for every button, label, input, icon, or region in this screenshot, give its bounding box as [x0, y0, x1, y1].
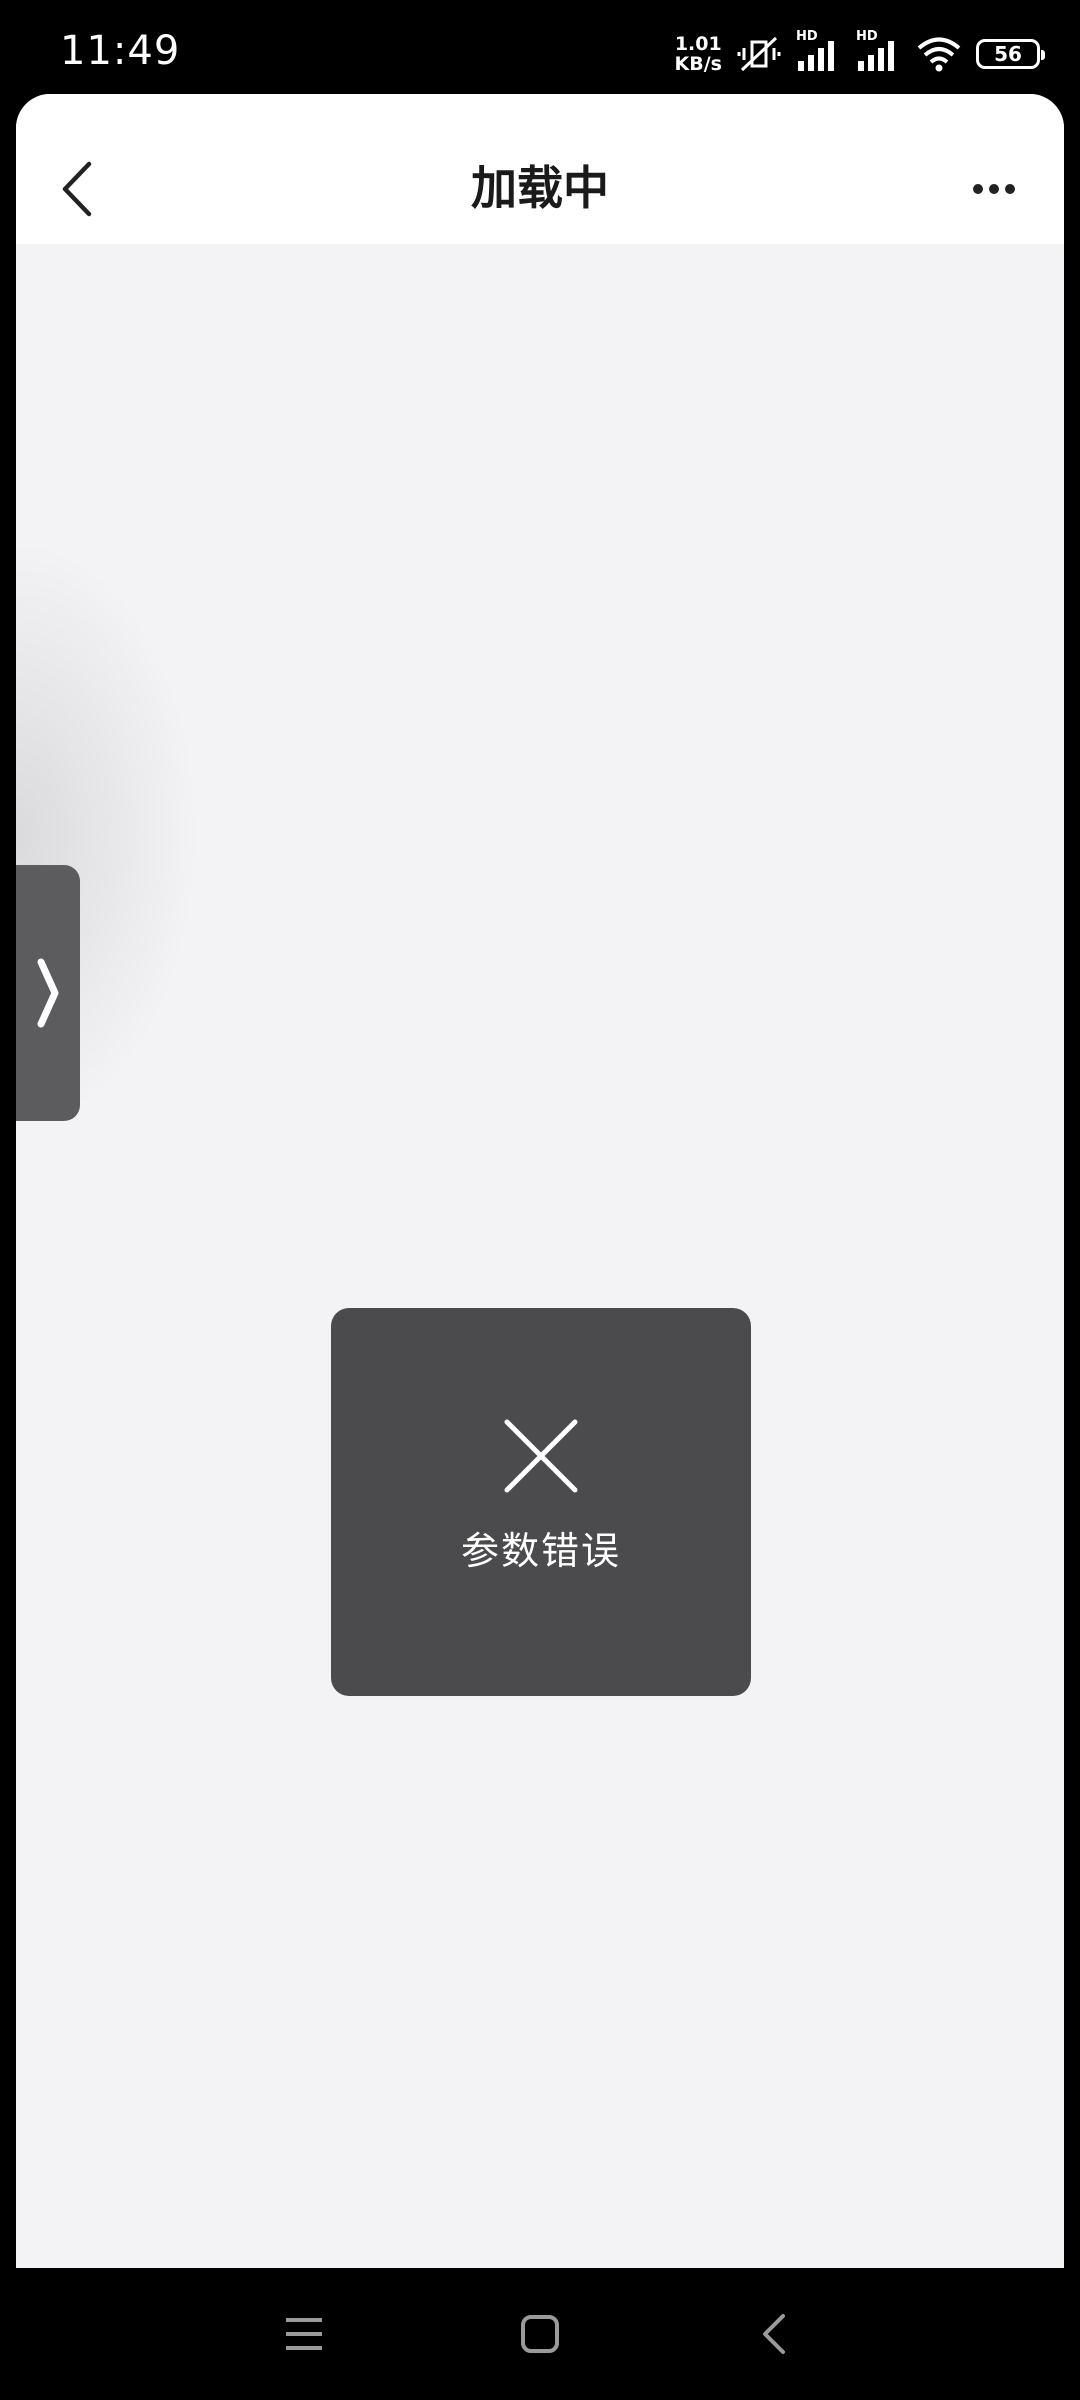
signal-hd-label: HD [796, 29, 818, 44]
side-expand-tab[interactable] [16, 865, 80, 1121]
signal-hd-label: HD [856, 29, 878, 44]
error-toast: 参数错误 [331, 1308, 751, 1696]
close-x-icon [504, 1419, 578, 1493]
system-back-button[interactable] [744, 2304, 804, 2364]
recent-apps-button[interactable] [274, 2304, 334, 2364]
home-icon [521, 2315, 559, 2353]
more-dot [1005, 184, 1015, 194]
network-speed-value: 1.01 [674, 33, 722, 55]
status-time: 11:49 [60, 28, 181, 74]
back-icon [763, 2314, 785, 2354]
navigation-bar: 加载中 [16, 94, 1064, 245]
toast-message: 参数错误 [460, 1529, 621, 1573]
chevron-right-icon [37, 958, 59, 1028]
app-window: 加载中 参数错误 [16, 94, 1064, 2268]
more-dot [989, 184, 999, 194]
signal-icon: HD [856, 29, 902, 73]
page-content: 参数错误 [16, 244, 1064, 2268]
home-button[interactable] [510, 2304, 570, 2364]
status-bar: 11:49 1.01 KB/s HD HD 56 [0, 0, 1080, 94]
more-button[interactable] [964, 174, 1024, 204]
more-dots-icon [973, 184, 983, 194]
page-title: 加载中 [471, 161, 609, 215]
battery-icon: 56 [976, 39, 1045, 69]
wifi-icon [916, 35, 962, 73]
network-speed: 1.01 KB/s [675, 34, 722, 74]
mute-vibrate-icon [736, 34, 782, 74]
phone-screen: 11:49 1.01 KB/s HD HD 56 加载中 参数错误 [0, 0, 1080, 2400]
signal-icon: HD [796, 29, 842, 73]
menu-icon [286, 2318, 322, 2350]
system-navigation-bar [0, 2268, 1080, 2400]
network-speed-unit: KB/s [674, 53, 722, 75]
status-icons: 1.01 KB/s HD HD 56 [675, 28, 1045, 80]
